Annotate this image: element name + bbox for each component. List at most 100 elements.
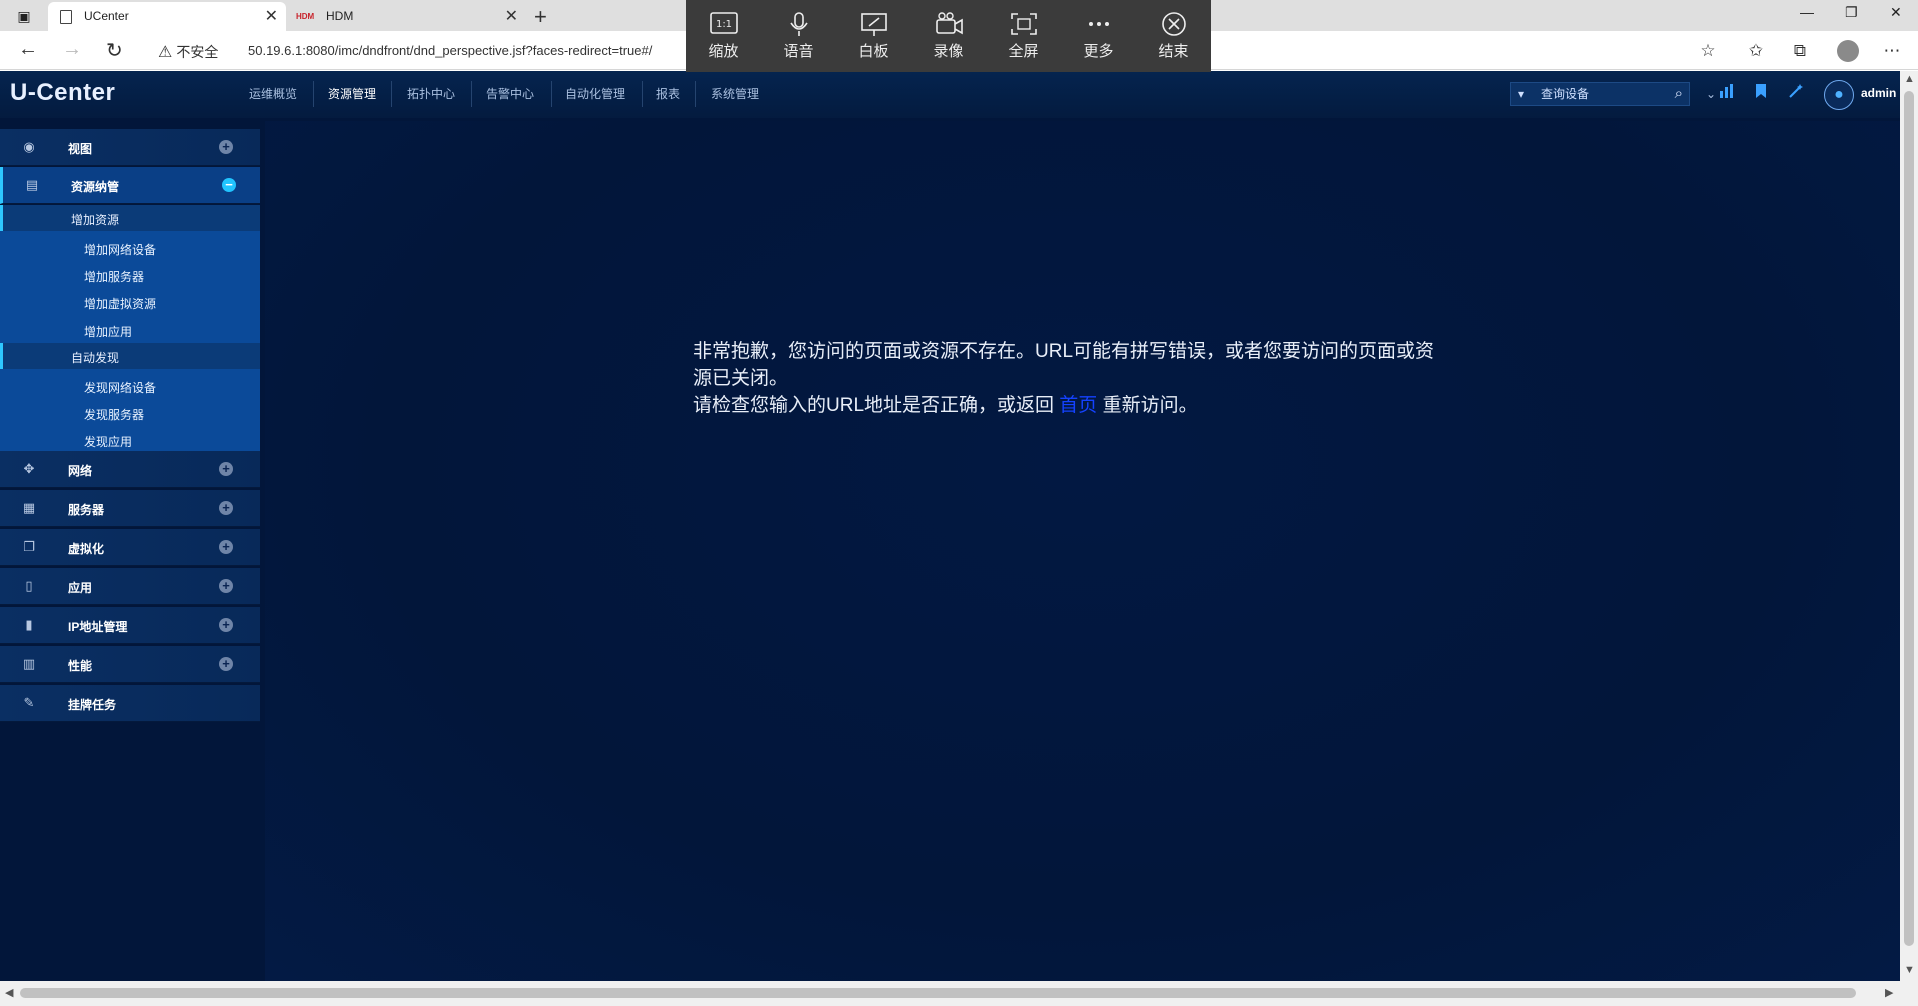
scroll-up-icon[interactable]: ▲ xyxy=(1904,73,1915,85)
zoom-1to1-icon: 1:1 xyxy=(709,12,738,34)
voice-button[interactable]: 语音 xyxy=(761,0,836,72)
search-type-icon[interactable]: ▾ xyxy=(1518,87,1524,101)
sidebar-item-server[interactable]: ▦ 服务器 + xyxy=(0,490,260,527)
device-search-input[interactable] xyxy=(1541,85,1651,103)
link-discover-server[interactable]: 发现服务器 xyxy=(84,406,144,423)
scroll-left-icon[interactable]: ◀ xyxy=(5,986,13,999)
horizontal-scroll-thumb[interactable] xyxy=(20,988,1856,998)
tab-title: HDM xyxy=(326,9,354,23)
add-favorite-icon[interactable]: ☆ xyxy=(1697,40,1719,62)
nav-divider xyxy=(313,81,314,107)
url-field[interactable]: 50.19.6.1:8080/imc/dndfront/dnd_perspect… xyxy=(248,43,652,58)
nav-ops-overview[interactable]: 运维概览 xyxy=(249,83,297,105)
sidebar: ◉ 视图 + ▤ 资源纳管 − 增加资源 增加网络设备 增加服务器 增加虚拟资源… xyxy=(0,129,260,935)
expand-icon[interactable]: + xyxy=(219,462,233,476)
ucenter-app: U-Center 运维概览 资源管理 拓扑中心 告警中心 自动化管理 报表 系统… xyxy=(0,71,1900,981)
ucenter-logo: U-Center xyxy=(10,79,116,106)
nav-divider xyxy=(642,81,643,107)
collapse-icon[interactable]: − xyxy=(222,178,236,192)
task-icon: ✎ xyxy=(23,695,35,710)
performance-icon: ▥ xyxy=(22,656,36,671)
bookmark-icon[interactable] xyxy=(1750,83,1772,105)
tab-actions-icon[interactable]: ▣ xyxy=(8,6,40,26)
nav-divider xyxy=(391,81,392,107)
minimize-button[interactable]: — xyxy=(1800,4,1814,20)
chart-icon[interactable] xyxy=(1716,83,1738,105)
home-link[interactable]: 首页 xyxy=(1059,395,1097,416)
close-window-button[interactable]: ✕ xyxy=(1890,4,1902,21)
sidebar-item-resource-mgmt[interactable]: ▤ 资源纳管 − xyxy=(0,167,260,204)
link-add-server[interactable]: 增加服务器 xyxy=(84,268,144,285)
nav-divider xyxy=(551,81,552,107)
nav-reports[interactable]: 报表 xyxy=(656,83,680,105)
auto-discovery-list: 发现网络设备 发现服务器 发现应用 xyxy=(0,369,260,451)
sidebar-item-ip-mgmt[interactable]: ▮ IP地址管理 + xyxy=(0,607,260,644)
search-icon[interactable]: ⌕ xyxy=(1675,85,1683,102)
tab-title: UCenter xyxy=(84,9,129,23)
expand-icon[interactable]: + xyxy=(219,501,233,515)
vertical-scrollbar[interactable]: ▲ ▼ xyxy=(1900,71,1918,981)
expand-icon[interactable]: + xyxy=(219,657,233,671)
zoom-button[interactable]: 1:1 缩放 xyxy=(686,0,761,72)
horizontal-scrollbar[interactable]: ◀ ▶ xyxy=(0,981,1900,1006)
add-resource-list: 增加网络设备 增加服务器 增加虚拟资源 增加应用 xyxy=(0,231,260,343)
tab-close-icon[interactable]: ✕ xyxy=(265,2,278,31)
link-add-application[interactable]: 增加应用 xyxy=(84,323,132,340)
nav-resource-mgmt[interactable]: 资源管理 xyxy=(328,83,376,105)
scroll-right-icon[interactable]: ▶ xyxy=(1885,986,1893,999)
nav-alarm-center[interactable]: 告警中心 xyxy=(486,83,534,105)
video-camera-icon xyxy=(935,12,963,35)
sidebar-item-application[interactable]: ▯ 应用 + xyxy=(0,568,260,605)
more-button[interactable]: 更多 xyxy=(1061,0,1136,72)
sidebar-item-virtualization[interactable]: ❐ 虚拟化 + xyxy=(0,529,260,566)
user-name[interactable]: admin xyxy=(1861,86,1896,100)
sidebar-group-auto-discovery[interactable]: 自动发现 xyxy=(0,343,260,369)
fullscreen-button[interactable]: 全屏 xyxy=(986,0,1061,72)
sidebar-item-performance[interactable]: ▥ 性能 + xyxy=(0,646,260,683)
nav-divider xyxy=(471,81,472,107)
security-indicator[interactable]: ⚠ 不安全 xyxy=(158,42,218,62)
vertical-scroll-thumb[interactable] xyxy=(1904,91,1914,946)
browser-tab-ucenter[interactable]: UCenter ✕ xyxy=(48,2,286,31)
server-icon: ▦ xyxy=(22,500,36,515)
meeting-toolbar: 1:1 缩放 语音 白板 录像 全屏 更多 结束 xyxy=(686,0,1211,72)
sidebar-item-view[interactable]: ◉ 视图 + xyxy=(0,129,260,166)
expand-icon[interactable]: + xyxy=(219,579,233,593)
network-icon: ✥ xyxy=(23,461,35,476)
restore-button[interactable]: ❐ xyxy=(1845,4,1858,21)
sidebar-group-add-resource[interactable]: 增加资源 xyxy=(0,205,260,231)
tab-close-icon[interactable]: ✕ xyxy=(505,2,518,31)
user-avatar-icon[interactable]: ● xyxy=(1824,80,1854,110)
link-discover-network-device[interactable]: 发现网络设备 xyxy=(84,379,156,396)
expand-icon[interactable]: + xyxy=(219,540,233,554)
whiteboard-button[interactable]: 白板 xyxy=(836,0,911,72)
profile-avatar[interactable] xyxy=(1837,40,1859,62)
new-tab-button[interactable]: + xyxy=(534,4,547,30)
link-discover-application[interactable]: 发现应用 xyxy=(84,433,132,450)
expand-icon[interactable]: + xyxy=(219,618,233,632)
record-button[interactable]: 录像 xyxy=(911,0,986,72)
nav-automation[interactable]: 自动化管理 xyxy=(565,83,625,105)
error-line-2: 源已关闭。 xyxy=(693,368,789,389)
error-line-3: 请检查您输入的URL地址是否正确，或返回 首页 重新访问。 xyxy=(693,395,1198,416)
browser-tab-hdm[interactable]: HDM HDM ✕ xyxy=(290,2,526,31)
expand-icon[interactable]: + xyxy=(219,140,233,154)
wand-icon[interactable] xyxy=(1785,83,1807,105)
refresh-button[interactable]: ↻ xyxy=(106,38,123,63)
eye-icon: ◉ xyxy=(23,139,35,154)
scroll-down-icon[interactable]: ▼ xyxy=(1904,964,1915,976)
collections-icon[interactable]: ⧉ xyxy=(1789,40,1811,62)
link-add-virtual-resource[interactable]: 增加虚拟资源 xyxy=(84,295,156,312)
nav-system-mgmt[interactable]: 系统管理 xyxy=(711,83,759,105)
scroll-corner xyxy=(1900,981,1918,1006)
nav-topology[interactable]: 拓扑中心 xyxy=(407,83,455,105)
back-button[interactable]: ← xyxy=(18,38,38,61)
sidebar-item-tasks[interactable]: ✎ 挂牌任务 xyxy=(0,685,260,722)
sidebar-item-network[interactable]: ✥ 网络 + xyxy=(0,451,260,488)
forward-button[interactable]: → xyxy=(62,38,82,61)
end-button[interactable]: 结束 xyxy=(1136,0,1211,72)
settings-more-icon[interactable]: ⋯ xyxy=(1881,40,1903,62)
link-add-network-device[interactable]: 增加网络设备 xyxy=(84,241,156,258)
favorites-icon[interactable]: ✩ xyxy=(1745,40,1767,62)
page-icon xyxy=(60,10,72,24)
